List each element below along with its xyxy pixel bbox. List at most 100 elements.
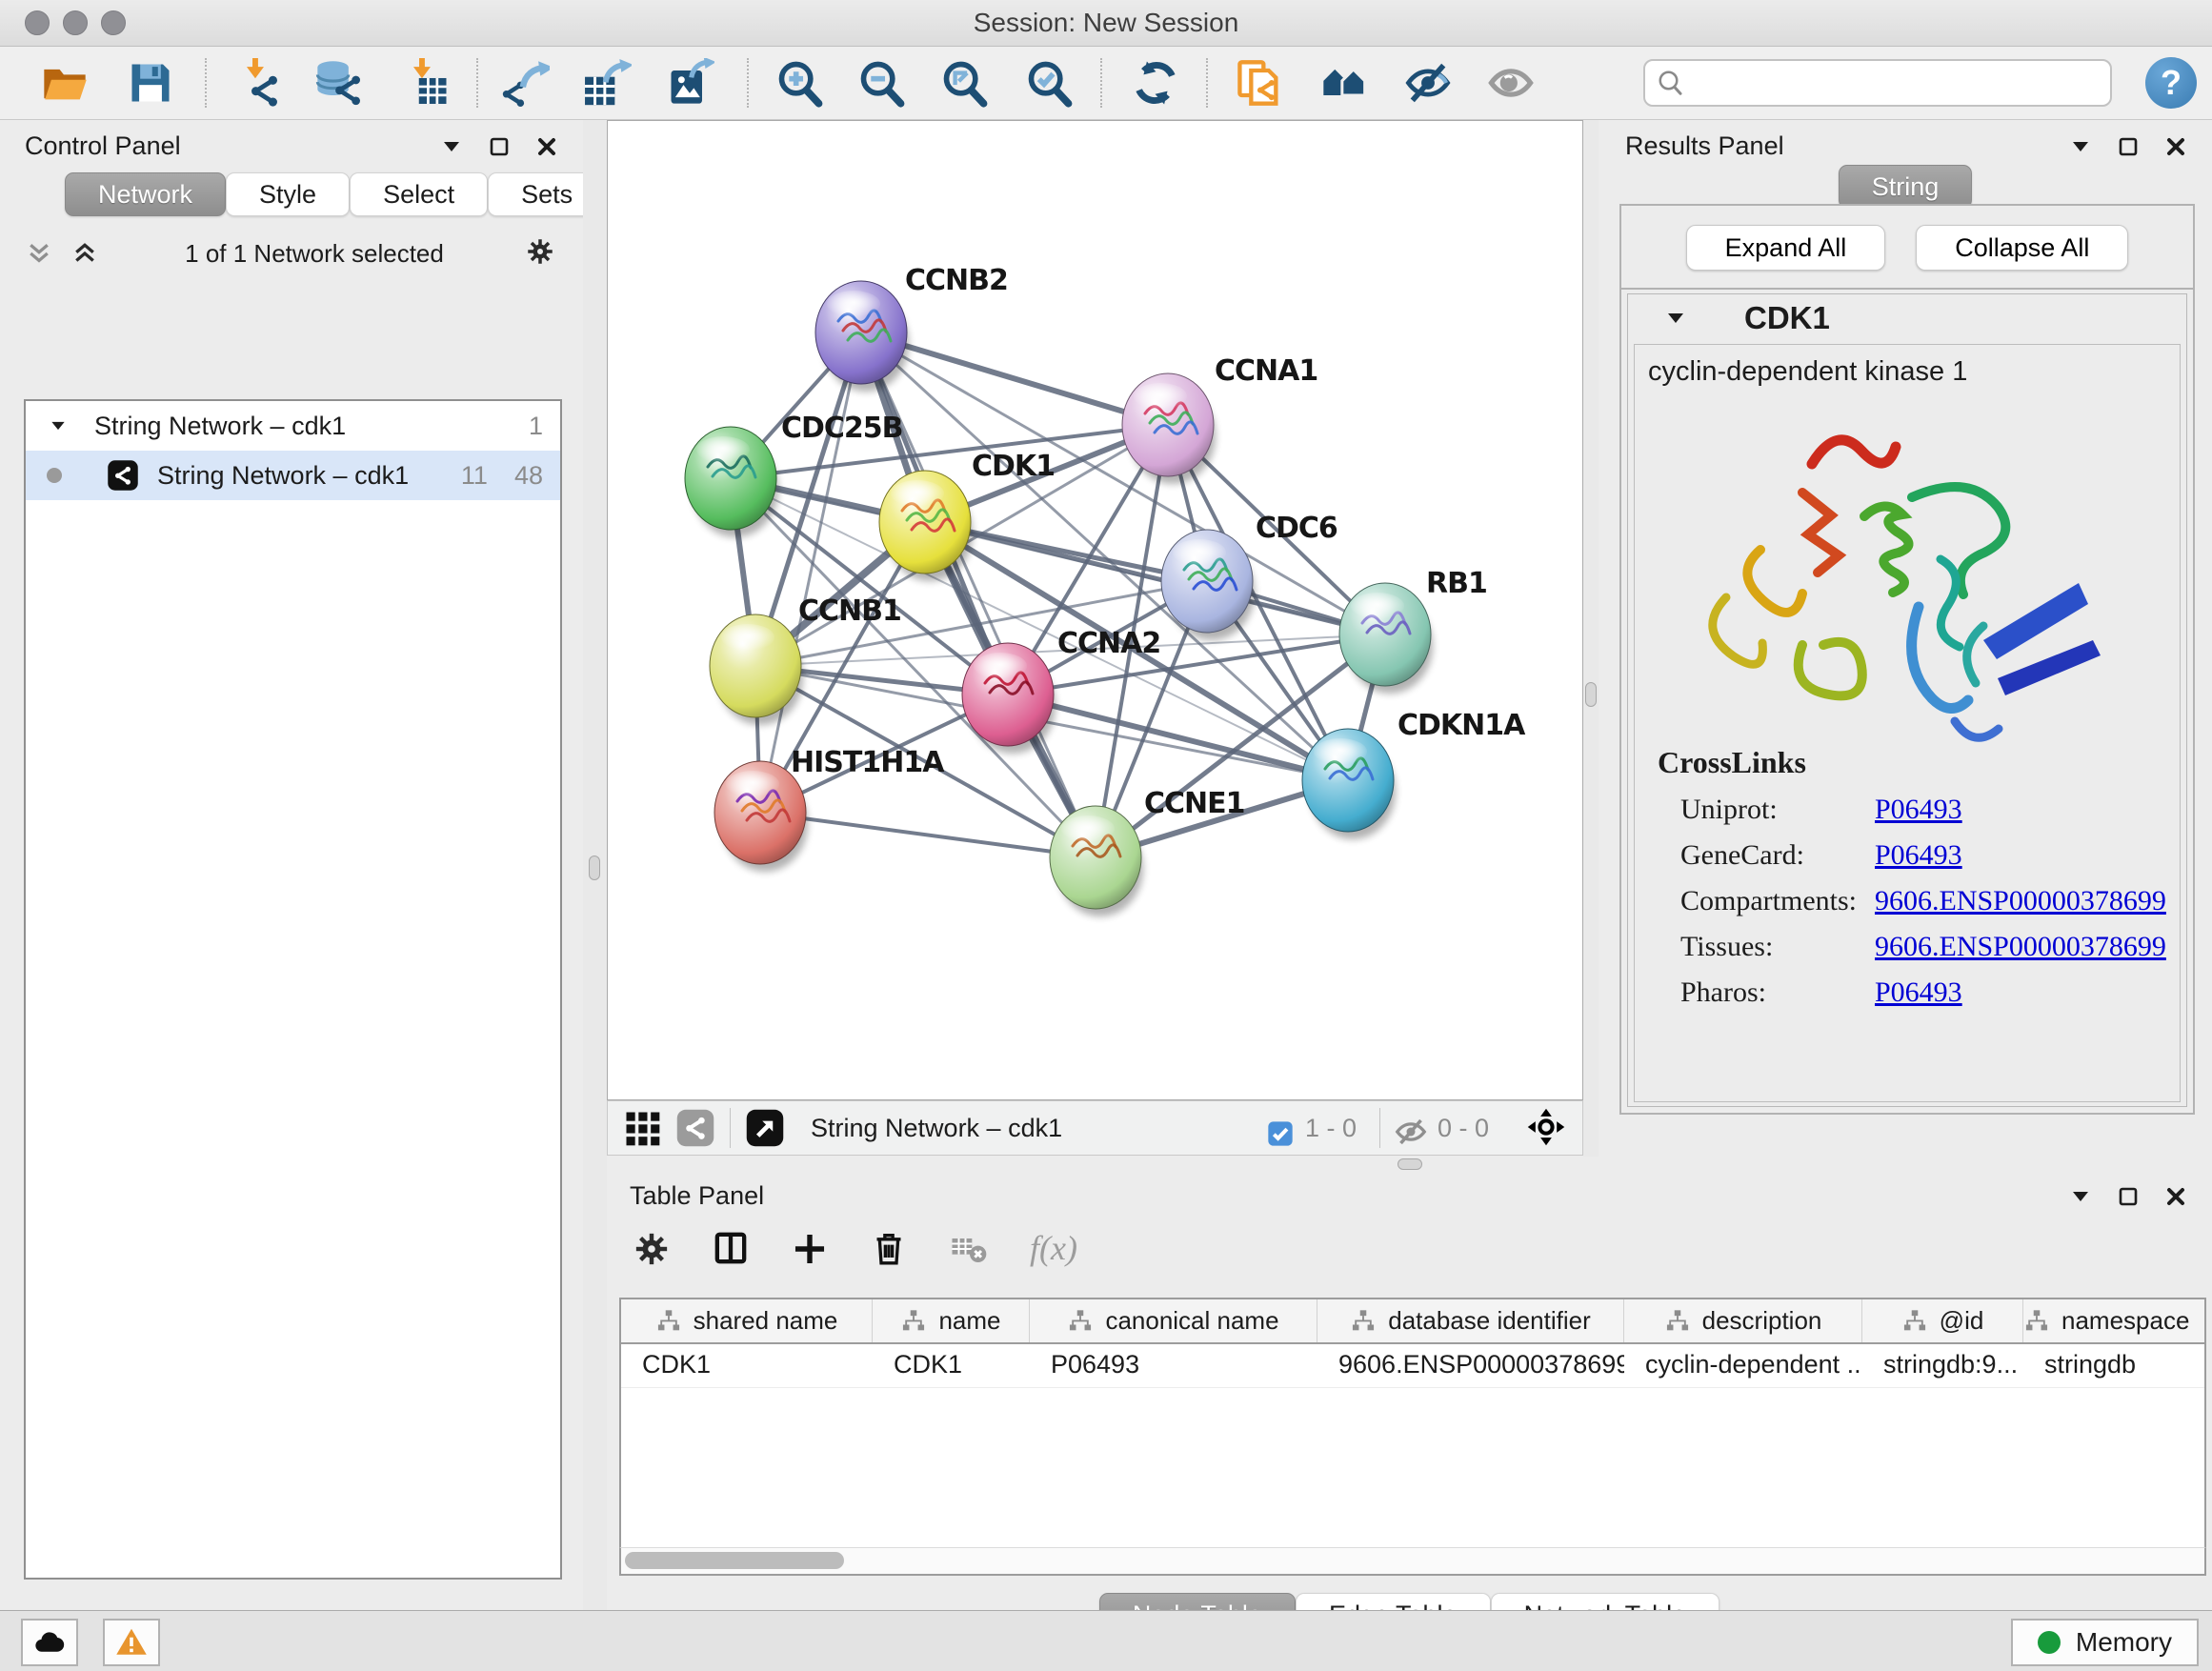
- refresh-icon[interactable]: [1129, 56, 1182, 110]
- network-graph-svg[interactable]: CCNB2CCNA1CDC25BCDK1CDC6RB1CCNB1CCNA2CDK…: [608, 121, 1582, 1099]
- hide-unhide-icon[interactable]: [1401, 56, 1455, 110]
- export-network-icon[interactable]: [498, 56, 552, 110]
- crosslink-value-link[interactable]: P06493: [1875, 794, 1962, 826]
- panel-float-icon[interactable]: [488, 135, 511, 158]
- open-session-icon[interactable]: [38, 56, 91, 110]
- collapse-all-button[interactable]: Collapse All: [1916, 225, 2128, 271]
- table-cell[interactable]: stringdb: [2023, 1344, 2206, 1387]
- function-builder-icon[interactable]: f(x): [1030, 1228, 1077, 1268]
- node-CCNA1[interactable]: [1122, 373, 1216, 484]
- splitter-grip[interactable]: [589, 856, 600, 880]
- table-cell[interactable]: stringdb:9...: [1862, 1344, 2023, 1387]
- column-header[interactable]: canonical name: [1030, 1299, 1317, 1342]
- zoom-out-icon[interactable]: [855, 56, 909, 110]
- node-CCNE1[interactable]: [1050, 806, 1143, 916]
- zoom-fit-icon[interactable]: [938, 56, 992, 110]
- panel-collapse-icon[interactable]: [440, 135, 463, 158]
- zoom-in-icon[interactable]: [774, 56, 827, 110]
- duplicate-network-icon[interactable]: [1233, 56, 1286, 110]
- selected-nodes-checkbox-icon[interactable]: [1265, 1113, 1296, 1143]
- grid-view-icon[interactable]: [621, 1107, 663, 1149]
- table-horizontal-scrollbar[interactable]: [619, 1547, 2206, 1576]
- splitter-grip[interactable]: [1585, 682, 1597, 707]
- node-RB1[interactable]: [1339, 583, 1433, 694]
- export-table-icon[interactable]: [580, 56, 633, 110]
- network-row[interactable]: String Network – cdk1 11 48: [26, 451, 560, 500]
- column-header[interactable]: database identifier: [1317, 1299, 1624, 1342]
- zoom-selected-icon[interactable]: [1023, 56, 1076, 110]
- tab-network[interactable]: Network: [65, 172, 226, 216]
- node-CDC25B[interactable]: [685, 427, 778, 537]
- expand-all-button[interactable]: Expand All: [1686, 225, 1886, 271]
- import-network-file-icon[interactable]: [231, 56, 285, 110]
- table-cell[interactable]: cyclin-dependent ...: [1624, 1344, 1862, 1387]
- node-CCNB2[interactable]: [815, 281, 909, 392]
- warnings-button[interactable]: [103, 1619, 160, 1666]
- delete-column-icon[interactable]: [870, 1229, 908, 1267]
- show-eye-icon[interactable]: [1484, 56, 1538, 110]
- left-splitter[interactable]: [583, 120, 607, 1610]
- search-field[interactable]: [1643, 59, 2112, 107]
- panel-close-icon[interactable]: [2164, 135, 2187, 158]
- collection-expander-icon[interactable]: [49, 416, 68, 435]
- panel-close-icon[interactable]: [2164, 1185, 2187, 1208]
- network-overview-icon[interactable]: [674, 1107, 716, 1149]
- panel-close-icon[interactable]: [535, 135, 558, 158]
- table-cell[interactable]: 9606.ENSP00000378699: [1317, 1344, 1624, 1387]
- help-button[interactable]: ?: [2145, 57, 2197, 109]
- panel-collapse-icon[interactable]: [2069, 1185, 2092, 1208]
- show-columns-icon[interactable]: [712, 1229, 750, 1267]
- column-header[interactable]: name: [873, 1299, 1030, 1342]
- table-cell[interactable]: CDK1: [621, 1344, 873, 1387]
- node-label-CCNA2: CCNA2: [1057, 627, 1160, 660]
- crosslink-value-link[interactable]: P06493: [1875, 839, 1962, 872]
- crosslink-label: GeneCard:: [1658, 839, 1875, 872]
- crosslink-value-link[interactable]: 9606.ENSP00000378699: [1875, 885, 2166, 917]
- pan-mode-icon[interactable]: [1525, 1106, 1569, 1150]
- panel-collapse-icon[interactable]: [2069, 135, 2092, 158]
- memory-button[interactable]: Memory: [2011, 1619, 2199, 1666]
- crosslink-value-link[interactable]: 9606.ENSP00000378699: [1875, 931, 2166, 963]
- splitter-grip[interactable]: [1398, 1158, 1422, 1170]
- cloud-status-button[interactable]: [21, 1619, 78, 1666]
- tab-select[interactable]: Select: [350, 172, 488, 216]
- birdseye-view-icon[interactable]: [744, 1107, 786, 1149]
- node-CCNB1[interactable]: [710, 614, 803, 725]
- node-CDKN1A[interactable]: [1302, 729, 1396, 839]
- table-row[interactable]: CDK1CDK1P064939606.ENSP00000378699cyclin…: [621, 1344, 2204, 1388]
- hidden-items-eye-icon[interactable]: [1394, 1111, 1428, 1145]
- delete-table-icon[interactable]: [950, 1229, 988, 1267]
- table-cell[interactable]: CDK1: [873, 1344, 1030, 1387]
- node-CDK1[interactable]: [879, 471, 973, 581]
- network-edge-count: 48: [514, 461, 560, 491]
- column-header[interactable]: description: [1624, 1299, 1862, 1342]
- edge-CCNB2-HIST1H1A[interactable]: [760, 332, 861, 813]
- node-CCNA2[interactable]: [962, 643, 1056, 754]
- expand-all-networks-icon[interactable]: [70, 239, 103, 268]
- search-input[interactable]: [1685, 68, 2110, 99]
- column-header[interactable]: namespace: [2023, 1299, 2206, 1342]
- save-session-icon[interactable]: [124, 56, 177, 110]
- panel-float-icon[interactable]: [2117, 135, 2140, 158]
- import-network-database-icon[interactable]: [312, 56, 365, 110]
- add-column-icon[interactable]: [792, 1230, 828, 1266]
- gene-expander-icon[interactable]: [1664, 307, 1687, 330]
- tab-string[interactable]: String: [1839, 165, 1973, 209]
- scrollbar-thumb[interactable]: [625, 1552, 844, 1569]
- panel-float-icon[interactable]: [2117, 1185, 2140, 1208]
- network-collection-row[interactable]: String Network – cdk1 1: [26, 401, 560, 451]
- column-header[interactable]: @id: [1862, 1299, 2023, 1342]
- table-cell[interactable]: P06493: [1030, 1344, 1317, 1387]
- network-options-gear-icon[interactable]: [526, 237, 558, 270]
- node-CDC6[interactable]: [1161, 530, 1255, 640]
- import-table-icon[interactable]: [398, 56, 452, 110]
- crosslink-value-link[interactable]: P06493: [1875, 976, 1962, 1009]
- export-image-icon[interactable]: [663, 56, 716, 110]
- column-header[interactable]: shared name: [621, 1299, 873, 1342]
- show-all-views-icon[interactable]: [1317, 56, 1371, 110]
- table-options-gear-icon[interactable]: [633, 1230, 670, 1266]
- collapse-all-networks-icon[interactable]: [25, 239, 57, 268]
- tab-style[interactable]: Style: [226, 172, 350, 216]
- edge-CCNE1-HIST1H1A[interactable]: [760, 813, 1096, 857]
- network-canvas[interactable]: CCNB2CCNA1CDC25BCDK1CDC6RB1CCNB1CCNA2CDK…: [607, 120, 1583, 1100]
